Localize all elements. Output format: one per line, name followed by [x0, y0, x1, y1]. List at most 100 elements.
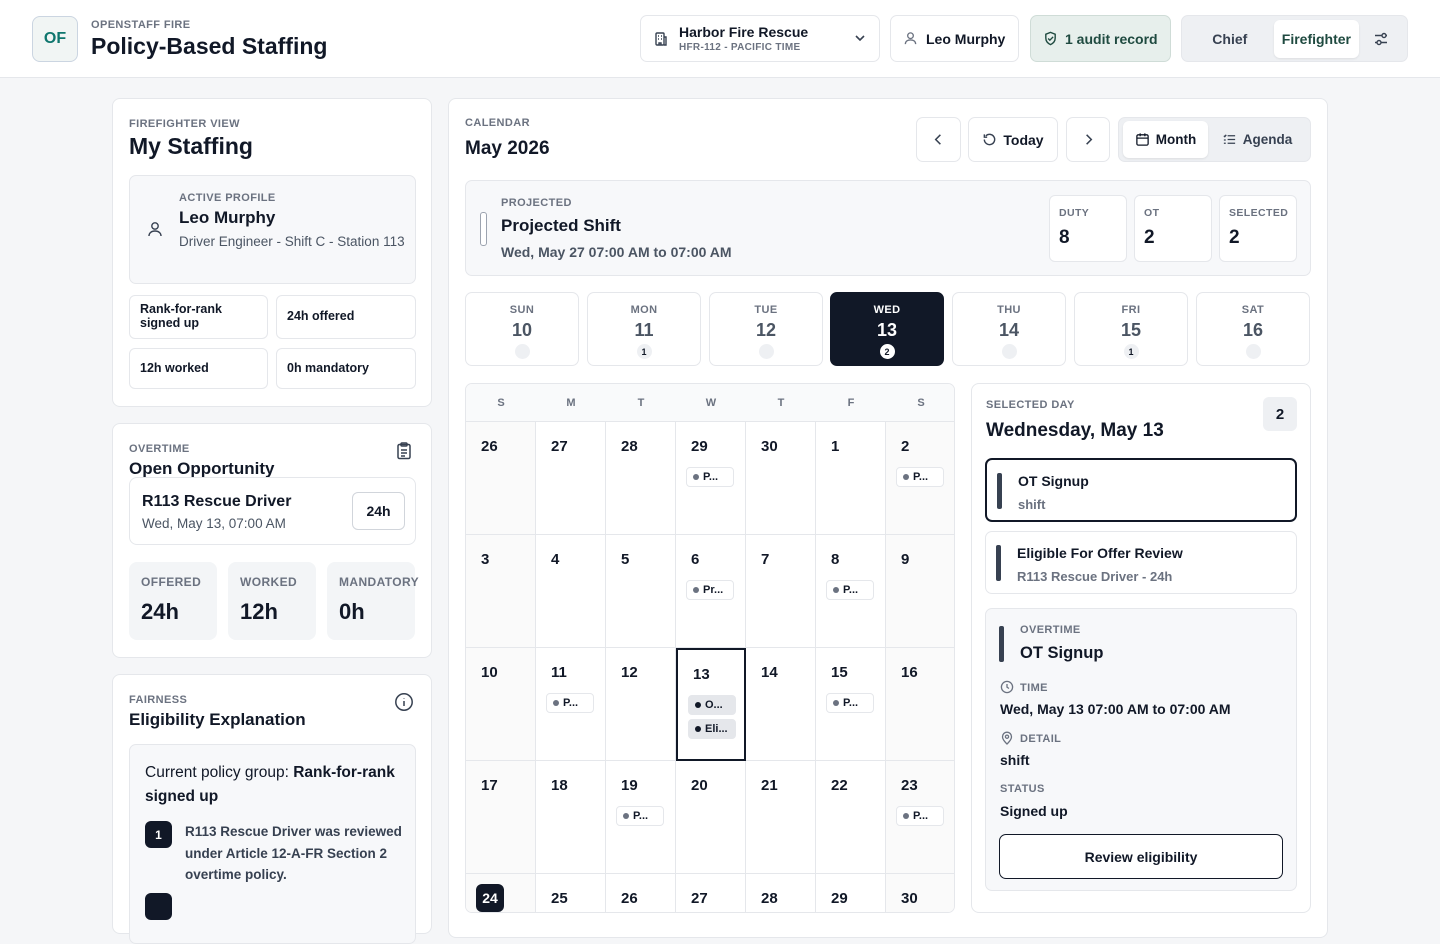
calendar-day-cell[interactable]: 28 — [746, 874, 816, 912]
settings-button[interactable] — [1359, 31, 1403, 47]
week-day-number: 16 — [1242, 320, 1264, 340]
calendar-event-chip[interactable]: P... — [616, 806, 664, 826]
calendar-day-cell[interactable]: 13 O... Eli... — [676, 648, 746, 761]
calendar-day-cell[interactable]: 24 — [466, 874, 536, 912]
calendar-day-cell[interactable]: 18 — [536, 761, 606, 874]
calendar-day-cell[interactable]: 3 — [466, 535, 536, 648]
day-number: 2 — [901, 438, 910, 455]
calendar-day-cell[interactable]: 26 — [606, 874, 676, 912]
week-day-wed[interactable]: WED 13 2 — [830, 292, 944, 366]
calendar-day-cell[interactable]: 10 — [466, 648, 536, 761]
week-day-count — [1245, 344, 1261, 359]
projected-shift-panel: PROJECTED Projected Shift Wed, May 27 07… — [465, 180, 1311, 276]
calendar-day-cell[interactable]: 22 — [816, 761, 886, 874]
calendar-event-chip[interactable]: Eli... — [688, 719, 736, 739]
calendar-day-cell[interactable]: 30 — [886, 874, 954, 912]
calendar-day-cell[interactable]: 7 — [746, 535, 816, 648]
calendar-day-cell[interactable]: 1 — [816, 422, 886, 535]
calendar-event-chip[interactable]: P... — [826, 693, 874, 713]
calendar-event-chip[interactable]: P... — [826, 580, 874, 600]
event-eligible-review[interactable]: Eligible For Offer Review R113 Rescue Dr… — [985, 531, 1297, 594]
calendar-day-cell[interactable]: 15 P... — [816, 648, 886, 761]
calendar-day-cell[interactable]: 20 — [676, 761, 746, 874]
event-chip-label: P... — [843, 697, 859, 709]
calendar-day-cell[interactable]: 19 P... — [606, 761, 676, 874]
next-button[interactable] — [1066, 117, 1110, 162]
calendar-day-cell[interactable]: 16 — [886, 648, 954, 761]
calendar-day-cell[interactable]: 9 — [886, 535, 954, 648]
month-view-tab[interactable]: Month — [1123, 121, 1209, 158]
calendar-event-chip[interactable]: P... — [896, 467, 944, 487]
previous-button[interactable] — [916, 117, 961, 162]
day-number: 30 — [761, 438, 778, 455]
week-day-tue[interactable]: TUE 12 — [709, 292, 823, 366]
user-name: Leo Murphy — [926, 30, 1006, 47]
calendar-day-cell[interactable]: 21 — [746, 761, 816, 874]
calendar-day-cell[interactable]: 8 P... — [816, 535, 886, 648]
calendar-day-cell[interactable]: 27 — [536, 422, 606, 535]
event-dot — [833, 587, 839, 593]
organization-selector[interactable]: Harbor Fire Rescue HFR-112 - PACIFIC TIM… — [640, 15, 880, 62]
calendar-day-cell[interactable]: 6 Pr... — [676, 535, 746, 648]
calendar-label: CALENDAR — [465, 117, 530, 129]
active-profile-label: ACTIVE PROFILE — [179, 192, 276, 204]
calendar-day-cell[interactable]: 11 P... — [536, 648, 606, 761]
role-firefighter-tab[interactable]: Firefighter — [1273, 19, 1360, 58]
calendar-day-cell[interactable]: 27 — [676, 874, 746, 912]
day-number: 26 — [621, 890, 638, 907]
projected-title: Projected Shift — [501, 216, 621, 235]
step-text: R113 Rescue Driver was reviewed under Ar… — [185, 824, 402, 882]
today-button[interactable]: Today — [968, 117, 1058, 162]
list-icon — [1223, 134, 1235, 144]
org-sub: HFR-112 - PACIFIC TIME — [679, 42, 801, 53]
calendar-day-cell[interactable]: 23 P... — [886, 761, 954, 874]
status-value: Signed up — [1000, 803, 1068, 819]
user-button[interactable]: Leo Murphy — [890, 15, 1019, 62]
event-chip-label: P... — [843, 584, 859, 596]
calendar-event-chip[interactable]: O... — [688, 695, 736, 715]
info-icon[interactable] — [394, 692, 414, 712]
top-bar: OF OPENSTAFF FIRE Policy-Based Staffing … — [0, 0, 1440, 78]
mandatory-chip: 0h mandatory — [276, 348, 416, 389]
agenda-view-tab[interactable]: Agenda — [1208, 121, 1306, 158]
map-pin-icon — [1001, 731, 1013, 745]
week-day-sun[interactable]: SUN 10 — [465, 292, 579, 366]
opportunity-item[interactable]: R113 Rescue Driver Wed, May 13, 07:00 AM… — [129, 477, 416, 545]
audit-record-button[interactable]: 1 audit record — [1030, 15, 1171, 62]
week-day-fri[interactable]: FRI 15 1 — [1074, 292, 1188, 366]
calendar-day-cell[interactable]: 29 P... — [676, 422, 746, 535]
calendar-day-cell[interactable]: 14 — [746, 648, 816, 761]
calendar-day-cell[interactable]: 12 — [606, 648, 676, 761]
selected-day-title: Wednesday, May 13 — [986, 420, 1164, 441]
week-day-name: TUE — [754, 304, 778, 316]
review-eligibility-button[interactable]: Review eligibility — [999, 834, 1283, 879]
calendar-event-chip[interactable]: Pr... — [686, 580, 734, 600]
step-number-next — [145, 893, 172, 920]
calendar-day-cell[interactable]: 25 — [536, 874, 606, 912]
chevron-left-icon — [934, 134, 941, 145]
day-number: 15 — [831, 664, 848, 681]
calendar-event-chip[interactable]: P... — [896, 806, 944, 826]
fairness-label: FAIRNESS — [129, 694, 188, 706]
my-staffing-title: My Staffing — [129, 133, 253, 159]
calendar-day-cell[interactable]: 5 — [606, 535, 676, 648]
calendar-event-chip[interactable]: P... — [546, 693, 594, 713]
overtime-label: OVERTIME — [129, 443, 190, 455]
detail-value: shift — [1000, 752, 1030, 768]
week-day-thu[interactable]: THU 14 — [952, 292, 1066, 366]
calendar-event-chip[interactable]: P... — [686, 467, 734, 487]
chevron-down-icon — [855, 35, 865, 42]
role-chief-tab[interactable]: Chief — [1186, 20, 1274, 58]
calendar-day-cell[interactable]: 2 P... — [886, 422, 954, 535]
event-ot-signup[interactable]: OT Signup shift — [985, 458, 1297, 522]
selected-stat: SELECTED 2 — [1219, 195, 1297, 262]
week-day-sat[interactable]: SAT 16 — [1196, 292, 1310, 366]
calendar-day-cell[interactable]: 30 — [746, 422, 816, 535]
calendar-day-cell[interactable]: 28 — [606, 422, 676, 535]
event-dot — [693, 474, 699, 480]
calendar-day-cell[interactable]: 29 — [816, 874, 886, 912]
calendar-day-cell[interactable]: 26 — [466, 422, 536, 535]
calendar-day-cell[interactable]: 17 — [466, 761, 536, 874]
calendar-day-cell[interactable]: 4 — [536, 535, 606, 648]
week-day-mon[interactable]: MON 11 1 — [587, 292, 701, 366]
